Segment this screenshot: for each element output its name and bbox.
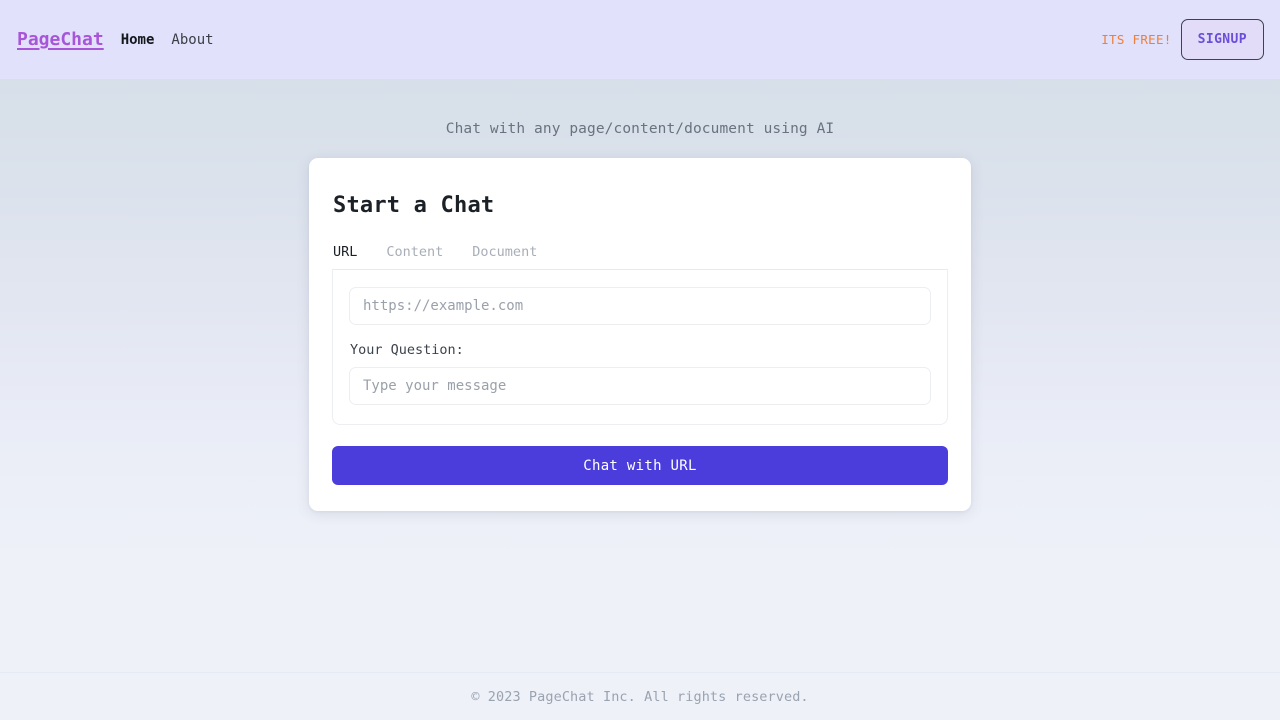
navbar-left-group: PageChat Home About	[17, 29, 214, 50]
tab-url[interactable]: URL	[332, 244, 375, 260]
chat-with-url-button[interactable]: Chat with URL	[332, 446, 948, 485]
navbar: PageChat Home About ITS FREE! SIGNUP	[0, 0, 1280, 79]
page-tagline: Chat with any page/content/document usin…	[445, 121, 835, 137]
message-input[interactable]	[349, 367, 931, 405]
brand-logo[interactable]: PageChat	[17, 29, 104, 50]
start-chat-card: Start a Chat URL Content Document Your Q…	[309, 158, 971, 511]
footer-copyright: © 2023 PageChat Inc. All rights reserved…	[471, 688, 809, 705]
footer: © 2023 PageChat Inc. All rights reserved…	[0, 672, 1280, 720]
free-badge: ITS FREE!	[1101, 32, 1172, 47]
chat-form-panel: Your Question:	[332, 270, 948, 425]
nav-link-about[interactable]: About	[171, 32, 213, 48]
url-input[interactable]	[349, 287, 931, 325]
source-type-tabs: URL Content Document	[332, 244, 948, 270]
navbar-right-group: ITS FREE! SIGNUP	[1101, 19, 1264, 60]
main-content: Chat with any page/content/document usin…	[0, 79, 1280, 672]
card-title: Start a Chat	[333, 193, 495, 218]
nav-link-home[interactable]: Home	[121, 32, 155, 48]
tab-document[interactable]: Document	[472, 244, 555, 260]
signup-button[interactable]: SIGNUP	[1180, 19, 1264, 60]
app-root: PageChat Home About ITS FREE! SIGNUP Cha…	[0, 0, 1280, 720]
question-label: Your Question:	[350, 342, 464, 358]
tab-content[interactable]: Content	[386, 244, 461, 260]
